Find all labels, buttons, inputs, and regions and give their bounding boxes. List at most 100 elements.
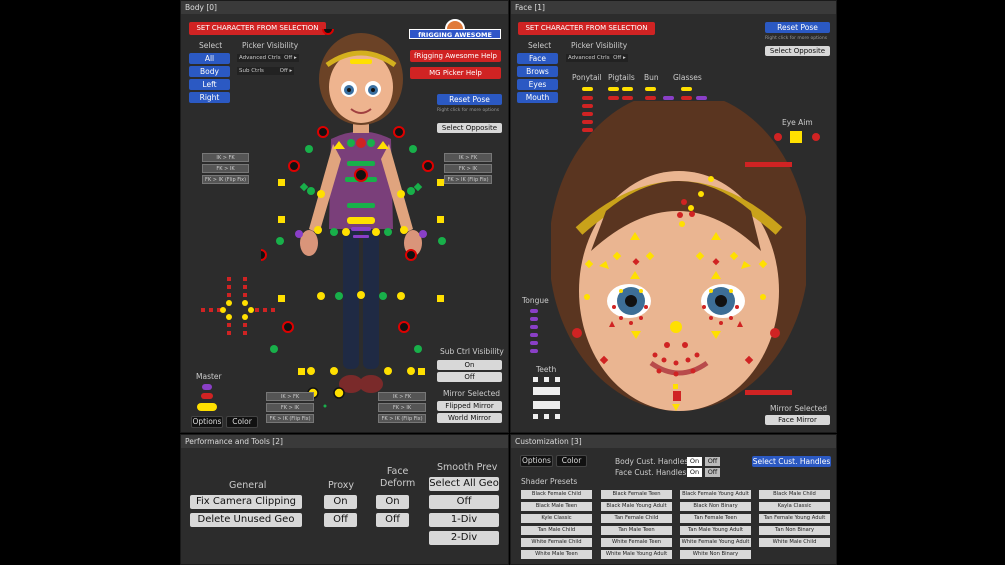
smooth-2div-button[interactable]: 2-Div: [429, 531, 499, 545]
smooth-off-button[interactable]: Off: [429, 495, 499, 509]
shader-white-male-child[interactable]: White Male Child: [759, 538, 830, 547]
ikfk-right-leg-ik-fk[interactable]: IK > FK: [378, 392, 426, 401]
shader-kyle-classic[interactable]: Kyle Classic: [521, 514, 592, 523]
select-all-geo-button[interactable]: Select All Geo: [429, 477, 499, 491]
shader-black-male-young-adult[interactable]: Black Male Young Adult: [601, 502, 672, 511]
ikfk-right-leg-flip[interactable]: FK > IK (Flip Fix): [378, 414, 426, 423]
select-eyes-button[interactable]: Eyes: [517, 79, 558, 90]
face-character-illustration: [551, 101, 806, 411]
tongue-label: Tongue: [522, 296, 549, 305]
brow-bar-top[interactable]: [745, 162, 792, 167]
teeth-controls[interactable]: [531, 376, 563, 422]
ikfk-left-arm-fk-ik[interactable]: FK > IK: [202, 164, 249, 173]
shader-white-non-binary[interactable]: White Non Binary: [680, 550, 751, 559]
general-label: General: [229, 480, 267, 491]
face-picker-visibility-label: Picker Visibility: [571, 41, 628, 50]
ikfk-left-arm-flip[interactable]: FK > IK (Flip Fix): [202, 175, 249, 184]
performance-panel: Performance and Tools [2] General Proxy …: [180, 434, 509, 565]
glasses-label: Glasses: [673, 73, 702, 82]
proxy-label: Proxy: [328, 480, 355, 491]
sub-ctrl-off-button[interactable]: Off: [437, 372, 502, 382]
world-mirror-button[interactable]: World Mirror: [437, 413, 502, 423]
shader-black-male-child[interactable]: Black Male Child: [759, 490, 830, 499]
select-mouth-button[interactable]: Mouth: [517, 92, 558, 103]
face-reset-pose-button[interactable]: Reset Pose: [765, 22, 830, 33]
hair-controls-group[interactable]: [579, 85, 709, 135]
shader-tan-female-teen[interactable]: Tan Female Teen: [680, 514, 751, 523]
select-right-button[interactable]: Right: [189, 92, 230, 103]
body-handles-off-toggle[interactable]: Off: [705, 457, 720, 466]
ikfk-left-leg-ik-fk[interactable]: IK > FK: [266, 392, 314, 401]
shader-black-male-teen[interactable]: Black Male Teen: [521, 502, 592, 511]
shader-white-female-teen[interactable]: White Female Teen: [601, 538, 672, 547]
ikfk-left-arm-ik-fk[interactable]: IK > FK: [202, 153, 249, 162]
master-control-red[interactable]: [201, 393, 213, 399]
shader-presets-label: Shader Presets: [521, 477, 578, 486]
face-mirror-button[interactable]: Face Mirror: [765, 415, 830, 425]
custom-color-button[interactable]: Color: [556, 455, 587, 467]
select-face-button[interactable]: Face: [517, 53, 558, 64]
select-left-button[interactable]: Left: [189, 79, 230, 90]
shader-tan-male-teen[interactable]: Tan Male Teen: [601, 526, 672, 535]
teeth-label: Teeth: [536, 365, 557, 374]
body-handles-on-toggle[interactable]: On: [687, 457, 702, 466]
flipped-mirror-button[interactable]: Flipped Mirror: [437, 401, 502, 411]
body-options-button[interactable]: Options: [191, 416, 223, 428]
chin-bar-bottom[interactable]: [745, 390, 792, 395]
shader-black-non-binary[interactable]: Black Non Binary: [680, 502, 751, 511]
ponytail-label: Ponytail: [572, 73, 602, 82]
master-control-yellow[interactable]: [197, 403, 217, 411]
sub-ctrl-on-button[interactable]: On: [437, 360, 502, 370]
custom-options-button[interactable]: Options: [520, 455, 553, 467]
select-body-button[interactable]: Body: [189, 66, 230, 77]
hand-control-grid[interactable]: [199, 277, 289, 341]
face-set-character-button[interactable]: SET CHARACTER FROM SELECTION: [518, 22, 655, 35]
proxy-on-button[interactable]: On: [324, 495, 357, 509]
ikfk-right-leg-fk-ik[interactable]: FK > IK: [378, 403, 426, 412]
shader-white-female-young-adult[interactable]: White Female Young Adult: [680, 538, 751, 547]
sub-ctrl-visibility-label: Sub Ctrl Visibility: [440, 347, 504, 356]
shader-tan-non-binary[interactable]: Tan Non Binary: [759, 526, 830, 535]
face-cust-handles-label: Face Cust. Handles: [615, 468, 687, 477]
shader-tan-male-child[interactable]: Tan Male Child: [521, 526, 592, 535]
shader-tan-male-young-adult[interactable]: Tan Male Young Adult: [680, 526, 751, 535]
tongue-controls[interactable]: [530, 309, 538, 357]
select-cust-handles-button[interactable]: Select Cust. Handles: [752, 456, 831, 467]
smooth-1div-button[interactable]: 1-Div: [429, 513, 499, 527]
body-select-label: Select: [199, 41, 223, 50]
shader-black-female-child[interactable]: Black Female Child: [521, 490, 592, 499]
body-cust-handles-label: Body Cust. Handles: [615, 457, 689, 466]
ikfk-left-leg-flip[interactable]: FK > IK (Flip Fix): [266, 414, 314, 423]
face-handles-off-toggle[interactable]: Off: [705, 468, 720, 477]
shader-tan-female-child[interactable]: Tan Female Child: [601, 514, 672, 523]
face-advanced-ctrls-dropdown[interactable]: Advanced Ctrls Off ▸: [566, 54, 628, 62]
face-right-click-note: Right click for more options: [765, 36, 828, 41]
shader-black-female-young-adult[interactable]: Black Female Young Adult: [680, 490, 751, 499]
customization-panel: Customization [3] Options Color Body Cus…: [510, 434, 837, 565]
proxy-off-button[interactable]: Off: [324, 513, 357, 527]
fix-camera-clipping-button[interactable]: Fix Camera Clipping: [190, 495, 302, 509]
face-handles-on-toggle[interactable]: On: [687, 468, 702, 477]
shader-black-female-teen[interactable]: Black Female Teen: [601, 490, 672, 499]
delete-unused-geo-button[interactable]: Delete Unused Geo: [190, 513, 302, 527]
face-deform-on-button[interactable]: On: [376, 495, 409, 509]
face-deform-label: Face Deform: [380, 466, 415, 490]
shader-preset-grid: Black Female Child Black Female Teen Bla…: [519, 490, 831, 562]
eye-aim-control[interactable]: [773, 129, 823, 145]
shader-white-female-child[interactable]: White Female Child: [521, 538, 592, 547]
shader-white-male-young-adult[interactable]: White Male Young Adult: [601, 550, 672, 559]
body-panel: Body [0] SET CHARACTER FROM SELECTION Se…: [180, 0, 509, 433]
face-deform-off-button[interactable]: Off: [376, 513, 409, 527]
select-all-button[interactable]: All: [189, 53, 230, 64]
shader-white-male-teen[interactable]: White Male Teen: [521, 550, 592, 559]
face-select-opposite-button[interactable]: Select Opposite: [765, 46, 830, 56]
body-color-button[interactable]: Color: [226, 416, 258, 428]
master-control-purple[interactable]: [202, 384, 212, 390]
shader-tan-female-young-adult[interactable]: Tan Female Young Adult: [759, 514, 830, 523]
face-select-label: Select: [528, 41, 552, 50]
body-mirror-selected-label: Mirror Selected: [443, 389, 500, 398]
body-panel-title: Body [0]: [181, 1, 508, 14]
select-brows-button[interactable]: Brows: [517, 66, 558, 77]
shader-kayla-classic[interactable]: Kayla Classic: [759, 502, 830, 511]
ikfk-left-leg-fk-ik[interactable]: FK > IK: [266, 403, 314, 412]
